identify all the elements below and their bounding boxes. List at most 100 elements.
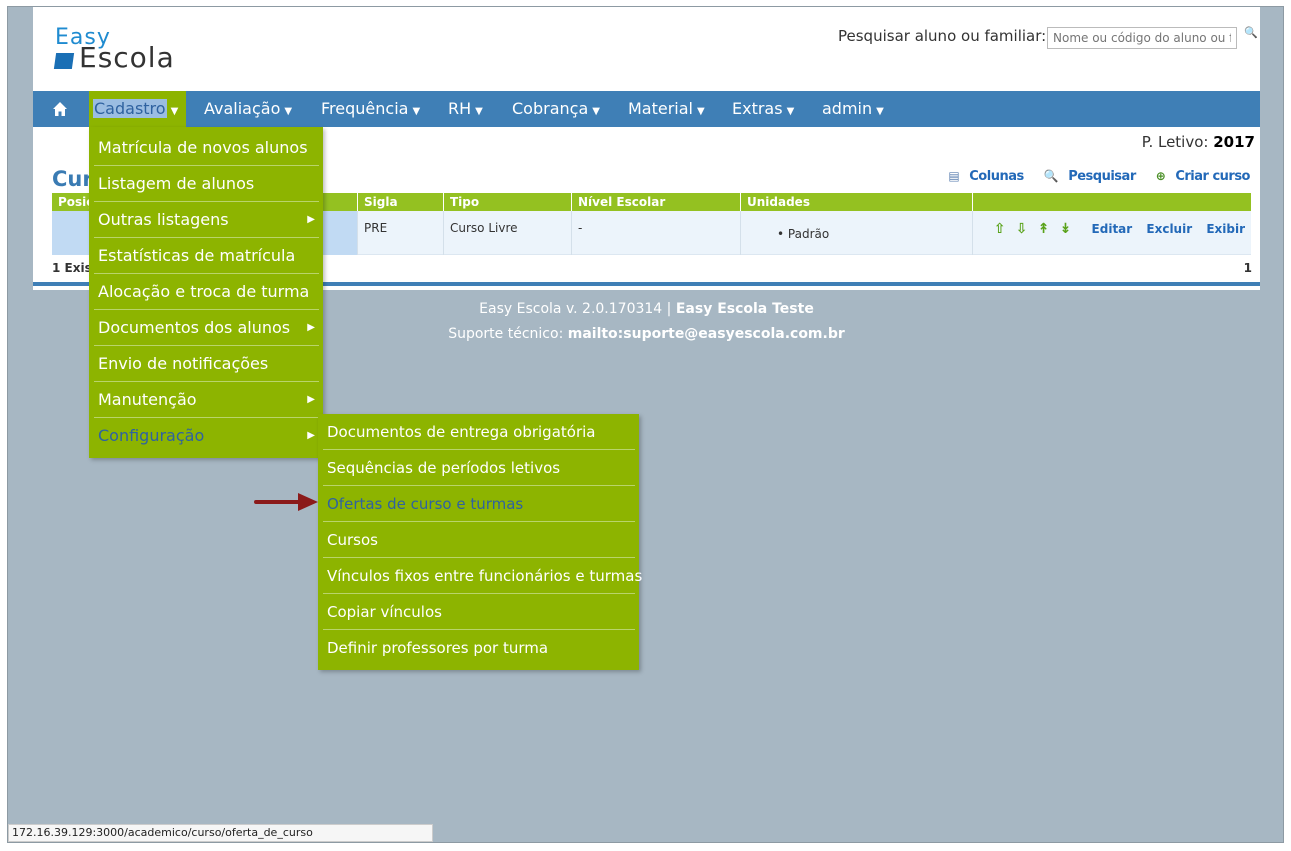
pesquisar-label: Pesquisar (1068, 169, 1136, 184)
footer-school: Easy Escola Teste (675, 301, 814, 317)
nav-admin-label: admin (822, 99, 873, 118)
nav-cadastro-label: Cadastro (93, 99, 167, 118)
menu-item-label: Manutenção (98, 390, 197, 409)
periodo-value: 2017 (1213, 133, 1255, 151)
move-down-icon[interactable]: ⇩ (1016, 221, 1028, 237)
chevron-down-icon: ▼ (876, 106, 884, 117)
cell-unidades: • Padrão (741, 211, 973, 255)
search-input[interactable] (1047, 27, 1237, 49)
logo-book-icon (53, 53, 75, 69)
col-sigla[interactable]: Sigla (358, 193, 444, 211)
criar-curso-label: Criar curso (1175, 169, 1250, 184)
annotation-arrow-icon (254, 493, 318, 511)
configuracao-submenu: Documentos de entrega obrigatória Sequên… (318, 414, 642, 670)
excluir-link[interactable]: Excluir (1146, 222, 1192, 236)
search-icon[interactable]: 🔍 (1244, 26, 1258, 39)
table-icon: ▤ (948, 169, 960, 183)
pesquisar-link[interactable]: 🔍 Pesquisar (1036, 169, 1136, 184)
nav-cobranca-label: Cobrança (512, 99, 589, 118)
menu-item-estatisticas[interactable]: Estatísticas de matrícula (94, 238, 319, 274)
menu-item-documentos[interactable]: Documentos dos alunos ▶ (94, 310, 319, 346)
submenu-item-cursos[interactable]: Cursos (323, 522, 635, 558)
cadastro-dropdown: Matrícula de novos alunos Listagem de al… (89, 127, 323, 458)
chevron-right-icon: ▶ (307, 322, 315, 333)
row-actions: ⇧ ⇩ ↟ ↡ Editar Excluir Exibir (994, 221, 1245, 237)
chevron-right-icon: ▶ (307, 430, 315, 441)
colunas-label: Colunas (969, 169, 1024, 184)
footer-version-text: Easy Escola v. 2.0.170314 (479, 301, 663, 317)
menu-item-listagem[interactable]: Listagem de alunos (94, 166, 319, 202)
chevron-right-icon: ▶ (307, 394, 315, 405)
nav-cadastro[interactable]: Cadastro ▼ (89, 91, 187, 127)
logo-escola-text: Escola (79, 41, 175, 74)
col-tipo[interactable]: Tipo (444, 193, 572, 211)
chevron-right-icon: ▶ (307, 214, 315, 225)
chevron-down-icon: ▼ (412, 106, 421, 117)
col-acoes (973, 193, 1251, 211)
chevron-down-icon: ▼ (284, 106, 293, 117)
exibir-link[interactable]: Exibir (1206, 222, 1245, 236)
nav-avaliacao-label: Avaliação (204, 99, 281, 118)
menu-item-label: Documentos dos alunos (98, 318, 291, 337)
status-bar-url: 172.16.39.129:3000/academico/curso/ofert… (8, 824, 433, 842)
criar-curso-link[interactable]: ⊕ Criar curso (1148, 169, 1251, 184)
menu-item-matricula[interactable]: Matrícula de novos alunos (94, 130, 319, 166)
menu-item-manutencao[interactable]: Manutenção ▶ (94, 382, 319, 418)
submenu-item-documentos-entrega[interactable]: Documentos de entrega obrigatória (323, 414, 635, 450)
menu-item-outras-listagens[interactable]: Outras listagens ▶ (94, 202, 319, 238)
nav-frequencia-label: Frequência (321, 99, 409, 118)
nav-extras-label: Extras (732, 99, 783, 118)
periodo-letivo: P. Letivo: 2017 (1142, 133, 1255, 151)
nav-extras[interactable]: Extras ▼ (732, 91, 794, 127)
periodo-label: P. Letivo: (1141, 133, 1209, 151)
nav-frequencia[interactable]: Frequência ▼ (321, 91, 420, 127)
col-unidades[interactable]: Unidades (741, 193, 973, 211)
pagination-page[interactable]: 1 (1244, 261, 1252, 275)
footer-support-link[interactable]: mailto:suporte@easyescola.com.br (568, 326, 845, 342)
menu-item-label: Configuração (98, 426, 205, 445)
cell-nivel: - (572, 211, 741, 255)
search-label: Pesquisar aluno ou familiar: (838, 27, 1047, 45)
move-up-icon[interactable]: ⇧ (994, 221, 1006, 237)
table-count: 1 Exis (52, 261, 92, 275)
nav-rh[interactable]: RH ▼ (448, 91, 483, 127)
nav-admin[interactable]: admin ▼ (822, 91, 884, 127)
move-bottom-icon[interactable]: ↡ (1060, 221, 1072, 237)
cell-sigla: PRE (358, 211, 444, 255)
menu-item-notificacoes[interactable]: Envio de notificações (94, 346, 319, 382)
add-icon: ⊕ (1155, 169, 1166, 183)
home-icon[interactable] (52, 101, 68, 117)
search-icon: 🔍 (1043, 169, 1059, 183)
nav-material-label: Material (628, 99, 693, 118)
submenu-item-sequencias[interactable]: Sequências de períodos letivos (323, 450, 635, 486)
nav-cobranca[interactable]: Cobrança ▼ (512, 91, 600, 127)
unidade-value: Padrão (787, 227, 830, 241)
move-top-icon[interactable]: ↟ (1038, 221, 1050, 237)
logo[interactable]: Easy Escola (53, 25, 205, 75)
browser-viewport: Easy Escola Pesquisar aluno ou familiar:… (7, 6, 1284, 843)
nav-rh-label: RH (448, 99, 472, 118)
bullet-icon: • (777, 227, 788, 241)
submenu-item-copiar-vinculos[interactable]: Copiar vínculos (323, 594, 635, 630)
main-nav: Cadastro ▼ Avaliação ▼ Frequência ▼ RH ▼ Cob… (33, 91, 1260, 127)
nav-avaliacao[interactable]: Avaliação ▼ (204, 91, 292, 127)
editar-link[interactable]: Editar (1092, 222, 1133, 236)
col-nivel[interactable]: Nível Escolar (572, 193, 741, 211)
footer-support-label: Suporte técnico: (448, 326, 564, 342)
submenu-item-vinculos-fixos[interactable]: Vínculos fixos entre funcionários e turm… (323, 558, 642, 594)
submenu-item-ofertas[interactable]: Ofertas de curso e turmas (323, 486, 635, 522)
nav-material[interactable]: Material ▼ (628, 91, 705, 127)
menu-item-configuracao[interactable]: Configuração ▶ (94, 418, 319, 454)
table-actions: ▤ Colunas 🔍 Pesquisar ⊕ Criar curso (932, 169, 1250, 184)
chevron-down-icon: ▼ (170, 106, 179, 117)
page-title: Cur (52, 167, 93, 191)
chevron-down-icon: ▼ (592, 106, 600, 117)
chevron-down-icon: ▼ (697, 106, 705, 117)
cell-tipo: Curso Livre (444, 211, 572, 255)
menu-item-label: Outras listagens (98, 210, 229, 229)
submenu-item-definir-professores[interactable]: Definir professores por turma (323, 630, 635, 666)
footer-sep: | (666, 301, 672, 317)
menu-item-alocacao[interactable]: Alocação e troca de turma (94, 274, 319, 310)
chevron-down-icon: ▼ (786, 106, 795, 117)
colunas-link[interactable]: ▤ Colunas (940, 169, 1024, 184)
